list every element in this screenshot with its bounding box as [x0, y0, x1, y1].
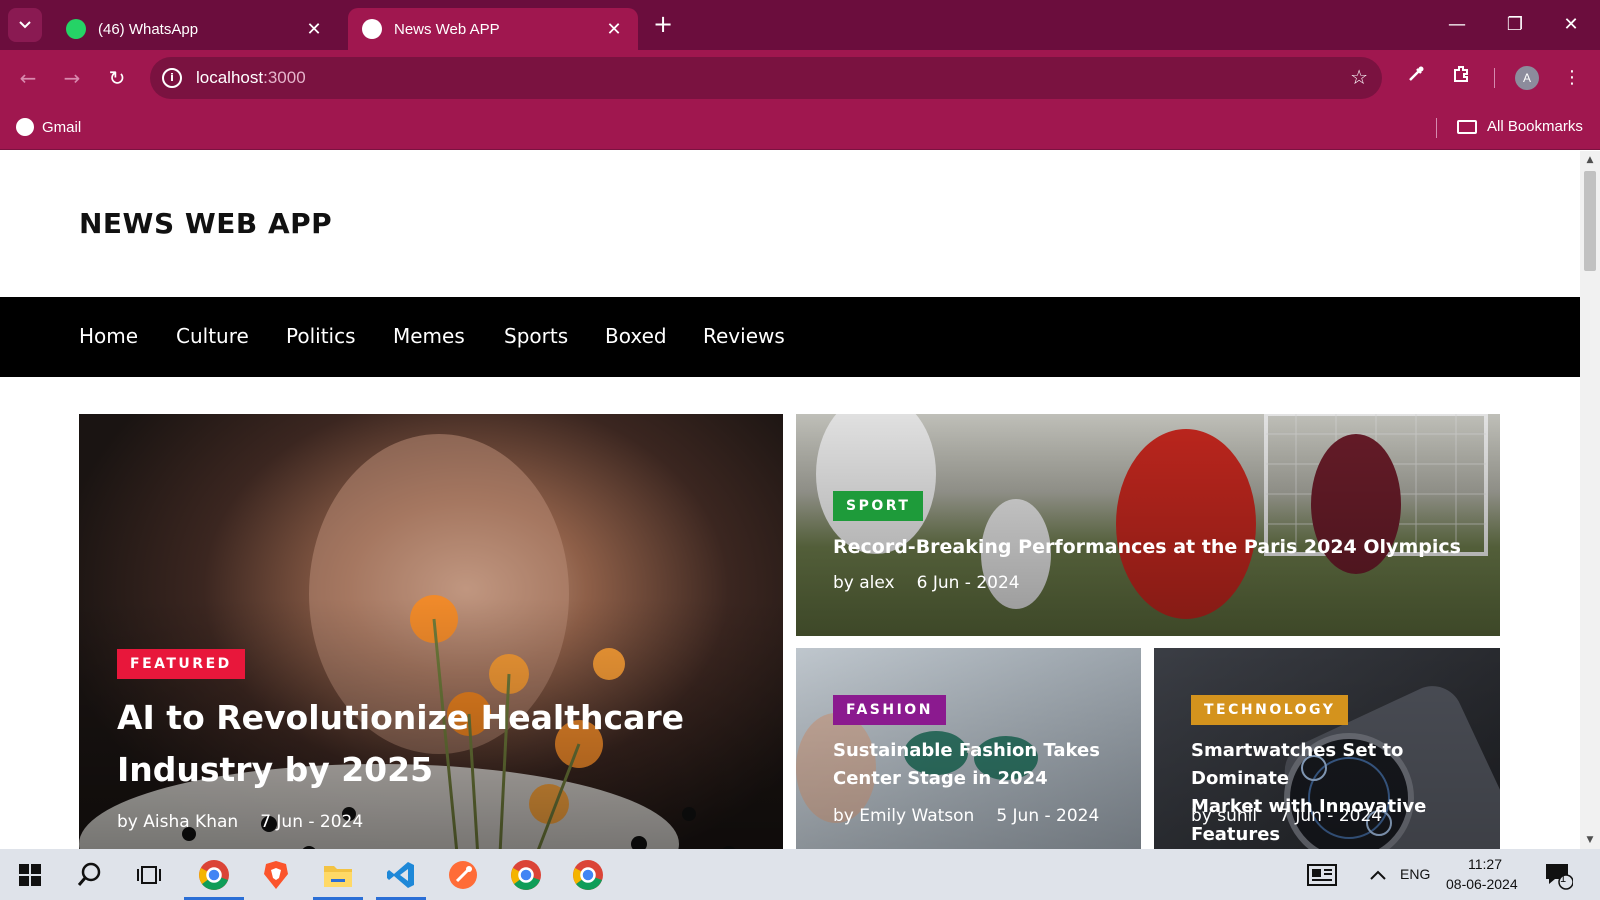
featured-article-card[interactable]: FEATURED AI to Revolutionize Healthcare … [79, 414, 783, 849]
site-header: NEWS WEB APP [0, 151, 1580, 297]
category-badge[interactable]: FASHION [833, 695, 946, 725]
browser-tab-bar: (46) WhatsApp ✕ News Web APP ✕ + — ❐ ✕ [0, 0, 1600, 50]
clock-time[interactable]: 11:27 [1468, 856, 1502, 872]
tab-news-web-app[interactable]: News Web APP ✕ [348, 8, 638, 50]
article-date: 5 Jun - 2024 [996, 806, 1100, 826]
tab-title: (46) WhatsApp [98, 20, 199, 38]
site-info-icon[interactable]: i [162, 68, 182, 88]
nav-culture[interactable]: Culture [176, 324, 249, 348]
chrome-taskbar-icon[interactable] [196, 857, 232, 893]
scroll-up-icon[interactable]: ▲ [1585, 155, 1595, 165]
reload-icon[interactable]: ↻ [103, 64, 131, 92]
eyedropper-extension-icon[interactable] [1402, 64, 1430, 92]
close-tab-icon[interactable]: ✕ [304, 19, 324, 40]
chevron-down-icon [19, 21, 31, 29]
chrome-profile-2-icon[interactable] [570, 857, 606, 893]
bookmark-label: Gmail [42, 118, 82, 136]
task-view-icon[interactable] [131, 857, 167, 893]
article-author: by Emily Watson [833, 806, 975, 826]
notification-icon[interactable] [1540, 857, 1576, 893]
profile-avatar[interactable]: A [1515, 66, 1539, 90]
back-icon[interactable]: ← [14, 64, 42, 92]
tab-whatsapp[interactable]: (46) WhatsApp ✕ [52, 8, 338, 50]
nav-boxed[interactable]: Boxed [605, 324, 667, 348]
more-menu-icon[interactable]: ⋮ [1558, 64, 1586, 92]
browser-toolbar: ← → ↻ i localhost:3000 ☆ A ⋮ [0, 50, 1600, 106]
close-window-icon[interactable]: ✕ [1556, 10, 1586, 40]
bookmarks-divider [1436, 118, 1437, 138]
article-author: by alex [833, 573, 895, 593]
page-scrollbar[interactable]: ▲ ▼ [1580, 151, 1600, 849]
folder-icon [1457, 119, 1477, 134]
fashion-article-card[interactable]: FASHION Sustainable Fashion Takes Center… [796, 648, 1141, 849]
postman-icon[interactable] [445, 857, 481, 893]
tab-title: News Web APP [394, 20, 500, 38]
bookmark-star-icon[interactable]: ☆ [1350, 65, 1368, 89]
nav-home[interactable]: Home [79, 324, 138, 348]
chevron-up-icon[interactable] [1360, 857, 1396, 893]
minimize-icon[interactable]: — [1442, 10, 1472, 40]
tab-search-button[interactable] [8, 8, 42, 42]
bookmark-label: All Bookmarks [1487, 118, 1583, 135]
nav-reviews[interactable]: Reviews [703, 324, 785, 348]
search-icon[interactable] [72, 857, 108, 893]
category-badge[interactable]: FEATURED [117, 649, 245, 679]
article-meta: by Emily Watson 5 Jun - 2024 [833, 806, 1099, 826]
scrollbar-thumb[interactable] [1584, 171, 1596, 271]
sport-article-card[interactable]: SPORT Record-Breaking Performances at th… [796, 414, 1500, 636]
nav-sports[interactable]: Sports [504, 324, 568, 348]
article-headline[interactable]: Record-Breaking Performances at the Pari… [833, 534, 1473, 560]
notification-count: 1 [1560, 873, 1567, 885]
forward-icon[interactable]: → [58, 64, 86, 92]
page-viewport: NEWS WEB APP Home Culture Politics Memes… [0, 151, 1580, 849]
url-text: localhost:3000 [196, 68, 306, 87]
article-author: by sunil [1191, 806, 1258, 826]
main-navigation: Home Culture Politics Memes Sports Boxed… [0, 297, 1580, 377]
vscode-icon[interactable] [383, 857, 419, 893]
file-explorer-icon[interactable] [320, 857, 356, 893]
category-badge[interactable]: TECHNOLOGY [1191, 695, 1349, 725]
article-headline[interactable]: Smartwatches Set to Dominate Market with… [1191, 737, 1496, 849]
bookmarks-bar: Gmail All Bookmarks [0, 106, 1600, 150]
whatsapp-icon [66, 19, 86, 39]
news-widget-icon[interactable] [1304, 857, 1340, 893]
nav-memes[interactable]: Memes [393, 324, 465, 348]
category-badge[interactable]: SPORT [833, 491, 924, 521]
article-headline[interactable]: AI to Revolutionize Healthcare Industry … [117, 692, 757, 796]
clock-date[interactable]: 08-06-2024 [1446, 876, 1518, 892]
article-meta: by sunil 7 Jun - 2024 [1191, 806, 1382, 826]
chrome-page-icon [362, 19, 382, 39]
nav-politics[interactable]: Politics [286, 324, 356, 348]
article-author: by Aisha Khan [117, 812, 239, 832]
scroll-down-icon[interactable]: ▼ [1585, 835, 1595, 845]
toolbar-divider [1494, 68, 1495, 88]
all-bookmarks-button[interactable]: All Bookmarks [1457, 118, 1583, 135]
language-indicator[interactable]: ENG [1400, 866, 1430, 882]
windows-start-icon[interactable] [12, 857, 48, 893]
technology-article-card[interactable]: TECHNOLOGY Smartwatches Set to Dominate … [1154, 648, 1500, 849]
article-date: 7 Jun - 2024 [1279, 806, 1383, 826]
windows-taskbar: ENG 11:27 08-06-2024 1 [0, 849, 1600, 900]
chrome-profile-icon[interactable] [508, 857, 544, 893]
article-date: 7 Jun - 2024 [260, 812, 364, 832]
bookmark-gmail[interactable]: Gmail [16, 118, 81, 136]
article-meta: by alex 6 Jun - 2024 [833, 573, 1020, 593]
article-date: 6 Jun - 2024 [916, 573, 1020, 593]
globe-icon [16, 118, 34, 136]
article-meta: by Aisha Khan 7 Jun - 2024 [117, 812, 363, 832]
close-tab-icon[interactable]: ✕ [604, 19, 624, 40]
restore-icon[interactable]: ❐ [1500, 10, 1530, 40]
site-title[interactable]: NEWS WEB APP [79, 207, 332, 240]
extensions-icon[interactable] [1447, 64, 1475, 92]
article-headline[interactable]: Sustainable Fashion Takes Center Stage i… [833, 737, 1133, 793]
address-bar[interactable]: i localhost:3000 ☆ [150, 57, 1382, 99]
new-tab-button[interactable]: + [650, 12, 676, 38]
brave-taskbar-icon[interactable] [258, 857, 294, 893]
